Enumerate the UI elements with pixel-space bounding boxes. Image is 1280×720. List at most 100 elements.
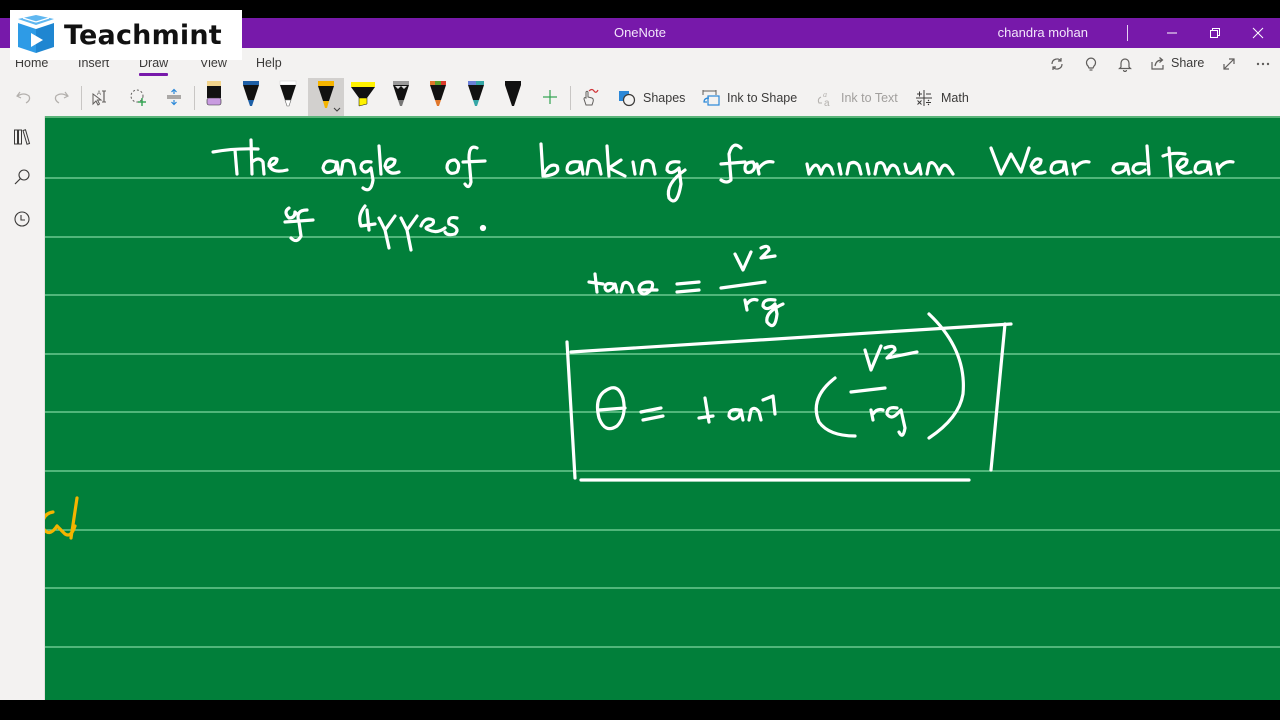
toolbar-divider xyxy=(570,86,571,110)
ink-word-banking xyxy=(539,142,687,203)
ink-word-tear xyxy=(1161,146,1235,178)
eraser-tool[interactable] xyxy=(196,78,232,116)
more-icon xyxy=(1256,62,1270,66)
ink-margin-fragment xyxy=(45,496,79,540)
add-space-button[interactable] xyxy=(159,82,189,112)
toolbar-divider xyxy=(194,86,195,110)
pen-ocean-tool[interactable] xyxy=(458,78,494,116)
recent-button[interactable] xyxy=(11,208,33,230)
book-play-icon xyxy=(18,15,54,53)
ink-word-minimum xyxy=(805,160,955,176)
type-select-button[interactable]: A xyxy=(85,82,115,112)
ink-to-shape-label: Ink to Shape xyxy=(727,91,798,105)
highlighter-icon xyxy=(351,82,375,107)
ink-word-angle xyxy=(321,144,401,192)
math-icon xyxy=(916,90,932,106)
redo-icon xyxy=(54,91,69,104)
notebooks-icon xyxy=(14,129,31,145)
more-options-button[interactable] xyxy=(1253,54,1273,74)
math-label: Math xyxy=(941,91,969,105)
svg-text:a: a xyxy=(824,98,830,107)
titlebar-divider xyxy=(1127,25,1128,41)
ink-word-of xyxy=(445,145,487,189)
expand-icon xyxy=(1223,58,1235,70)
pen-blue-tool[interactable] xyxy=(233,78,269,116)
share-label: Share xyxy=(1171,56,1205,70)
ink-word-for xyxy=(719,143,775,184)
undo-button[interactable] xyxy=(9,82,39,112)
sync-button[interactable] xyxy=(1047,54,1067,74)
ink-to-shape-button[interactable]: Ink to Shape xyxy=(701,89,797,107)
notifications-button[interactable] xyxy=(1115,54,1135,74)
shapes-button[interactable]: Shapes xyxy=(617,89,685,107)
user-name[interactable]: chandra mohan xyxy=(998,25,1088,40)
eraser-icon xyxy=(206,81,222,106)
pen-ocean-icon xyxy=(468,81,484,106)
ink-to-text-label: Ink to Text xyxy=(841,91,898,105)
pen-black-icon xyxy=(505,81,521,106)
close-button[interactable] xyxy=(1236,18,1280,48)
note-canvas[interactable] xyxy=(45,118,1280,700)
lasso-select-button[interactable] xyxy=(123,82,153,112)
pen-rainbow-icon xyxy=(430,81,446,106)
redo-button[interactable] xyxy=(46,82,76,112)
undo-icon xyxy=(16,91,31,104)
minimize-icon xyxy=(1167,32,1177,34)
bottom-letterbox xyxy=(0,700,1280,720)
add-space-icon xyxy=(167,88,181,106)
teachmint-watermark: Teachmint xyxy=(10,10,242,60)
ink-equation-tan xyxy=(587,244,785,328)
highlighter-yellow-tool[interactable] xyxy=(345,78,381,116)
draw-toolbar: A Shapes Ink to Shape a a Ink to Text Ma… xyxy=(0,78,1280,116)
pen-yellow-tool[interactable] xyxy=(308,78,344,116)
search-icon xyxy=(14,169,30,185)
pen-black-tool[interactable] xyxy=(495,78,531,116)
pen-galaxy-icon xyxy=(393,81,409,106)
close-icon xyxy=(1252,27,1264,39)
minimize-button[interactable] xyxy=(1150,18,1194,48)
svg-text:A: A xyxy=(97,91,101,97)
screen: OneNote chandra mohan Home Insert Draw V… xyxy=(0,0,1280,720)
share-icon xyxy=(1151,57,1164,70)
pen-white-tool[interactable] xyxy=(270,78,306,116)
sync-icon xyxy=(1051,58,1063,70)
bell-icon xyxy=(1118,58,1132,72)
ink-word-tyres xyxy=(358,204,487,252)
pen-galaxy-tool[interactable] xyxy=(383,78,419,116)
pen-rainbow-tool[interactable] xyxy=(420,78,456,116)
search-button[interactable] xyxy=(11,166,33,188)
ink-to-text-button[interactable]: aa Ink to Text xyxy=(815,89,898,107)
tab-help[interactable]: Help xyxy=(256,56,282,70)
notebooks-button[interactable] xyxy=(11,126,33,148)
add-pen-icon xyxy=(543,90,557,104)
ink-equation-boxed xyxy=(565,312,1013,482)
restore-button[interactable] xyxy=(1193,18,1237,48)
shapes-icon xyxy=(619,91,636,107)
shapes-label: Shapes xyxy=(643,91,686,105)
lasso-select-icon xyxy=(130,89,146,106)
pen-white-icon xyxy=(279,80,297,107)
pen-yellow-icon xyxy=(318,81,341,112)
draw-with-touch-button[interactable] xyxy=(574,82,604,112)
brand-name: Teachmint xyxy=(64,19,222,51)
navigation-rail xyxy=(0,116,45,700)
ink-word-of-2 xyxy=(283,206,315,243)
lightbulb-icon xyxy=(1085,57,1097,71)
restore-icon xyxy=(1210,28,1220,38)
ink-to-text-icon: aa xyxy=(817,90,830,107)
handwritten-ink xyxy=(45,138,1235,540)
ink-word-and xyxy=(1111,144,1151,176)
fullscreen-button[interactable] xyxy=(1219,54,1239,74)
type-select-icon: A xyxy=(92,90,106,106)
recent-icon xyxy=(14,211,30,227)
math-button[interactable]: Math xyxy=(915,89,969,107)
share-button[interactable]: Share xyxy=(1150,55,1204,71)
add-pen-button[interactable] xyxy=(535,82,565,112)
ink-word-wear xyxy=(989,146,1091,176)
ink-to-shape-icon xyxy=(702,90,720,106)
touch-draw-icon xyxy=(583,88,599,106)
toolbar-divider xyxy=(81,86,82,110)
pen-blue-icon xyxy=(243,81,259,106)
ink-word-the xyxy=(211,138,289,176)
tell-me-button[interactable] xyxy=(1081,54,1101,74)
